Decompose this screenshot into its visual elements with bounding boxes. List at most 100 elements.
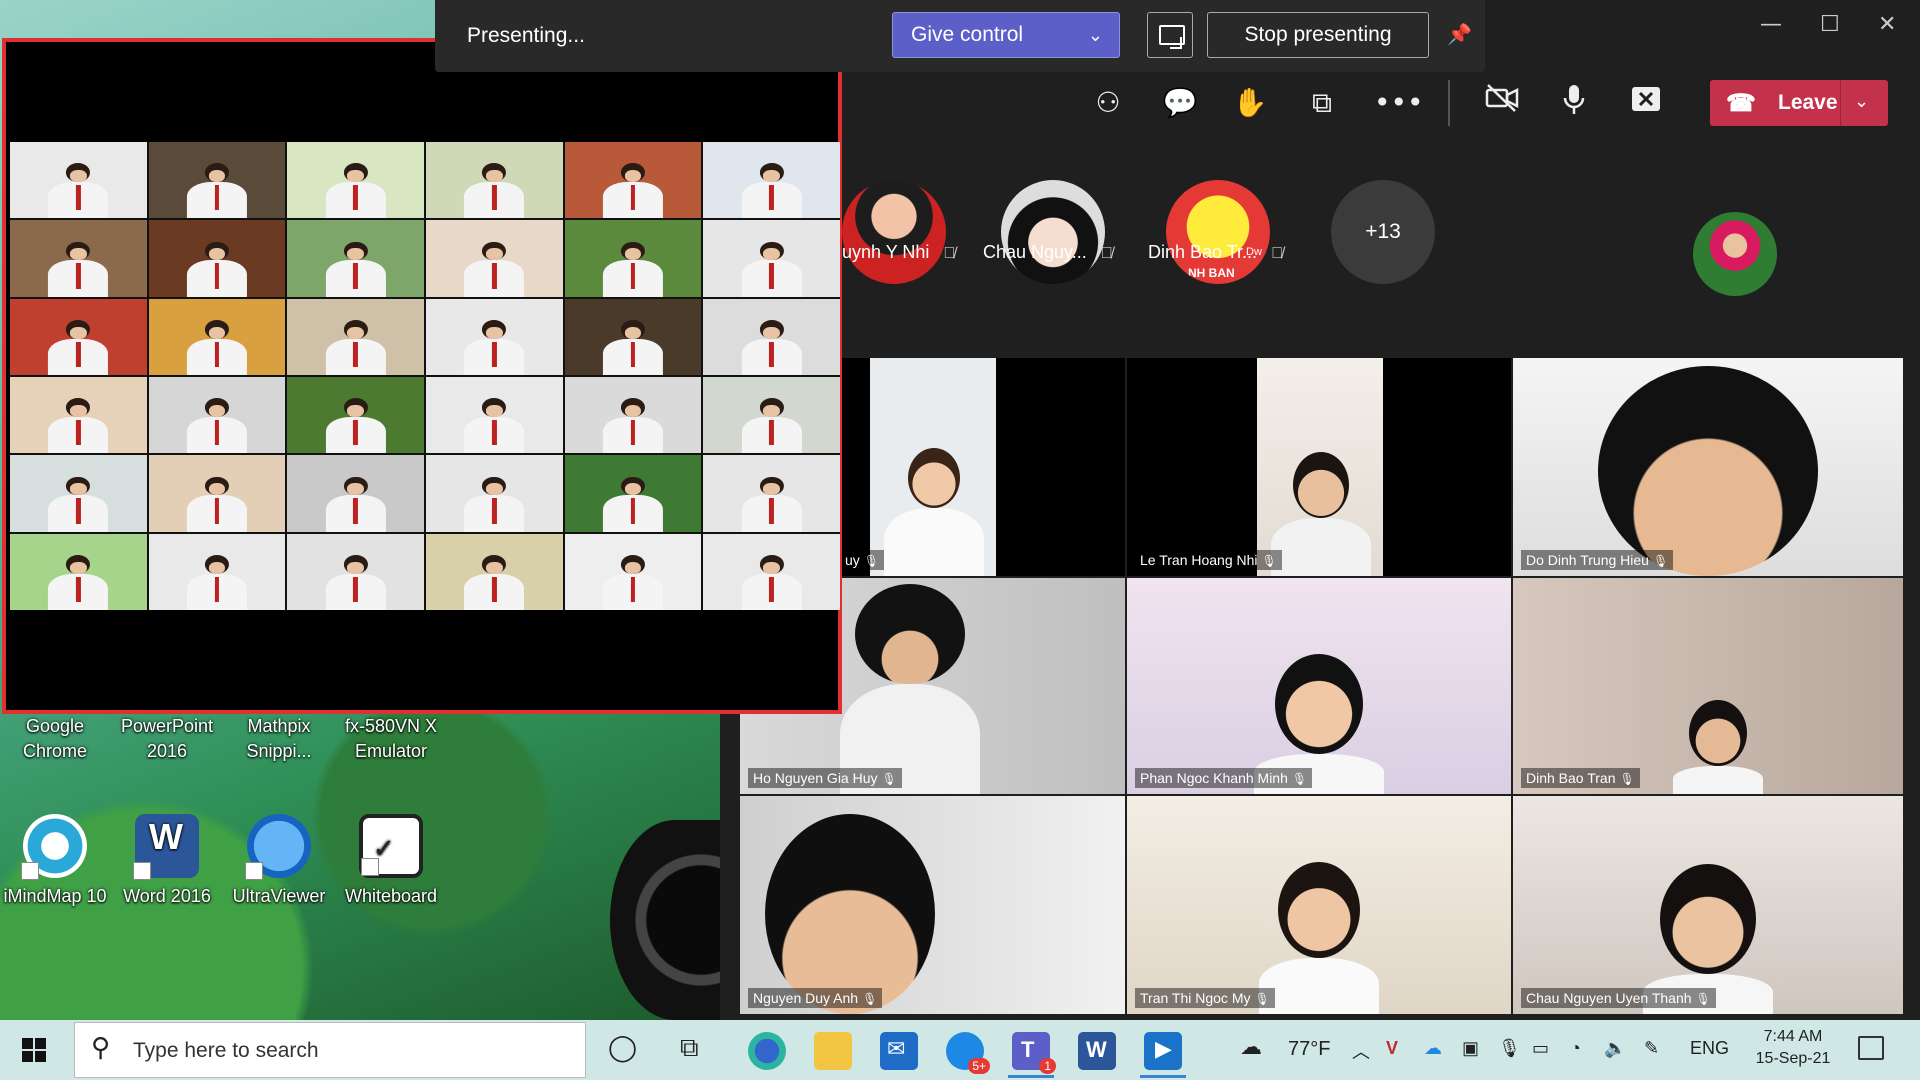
mic-icon: 🎙 (1695, 992, 1711, 1006)
overflow-participants-count[interactable]: +13 (1331, 180, 1435, 284)
pen-icon[interactable]: ✎ (1644, 1038, 1659, 1059)
shared-video-cell (10, 377, 147, 454)
performer-figure (48, 241, 109, 297)
video-tile[interactable]: Tran Thi Ngoc My 🎙 (1127, 796, 1511, 1014)
taskbar-search-box[interactable]: ⚲ Type here to search (74, 1022, 586, 1078)
desktop-icon-ultraviewer[interactable]: UltraViewer (224, 814, 334, 909)
mail-icon[interactable]: ✉ (880, 1032, 918, 1070)
tile-name-label: Do Dinh Trung Hieu 🎙 (1521, 550, 1674, 570)
weather-icon[interactable]: ☁ (1240, 1034, 1262, 1060)
microphone-icon[interactable] (1554, 83, 1594, 123)
battery-icon[interactable]: ▭ (1532, 1038, 1549, 1059)
participant-avatar[interactable] (842, 180, 946, 284)
weather-temperature[interactable]: 77°F (1288, 1038, 1330, 1061)
desktop-icon-mathpix[interactable]: Mathpix Snippi... (224, 714, 334, 764)
wifi-icon[interactable]: ◔ (1570, 1038, 1581, 1059)
media-player-icon[interactable]: ▶ (1144, 1032, 1182, 1070)
mic-icon: 🎙 (863, 554, 880, 568)
more-options-icon[interactable]: ••• (1374, 83, 1424, 123)
desktop-icon-powerpoint[interactable]: PowerPoint 2016 (112, 714, 222, 764)
desktop-icon-label: Word 2016 (123, 886, 211, 906)
participant-avatar[interactable] (1001, 180, 1105, 284)
teams-icon[interactable]: T 1 (1012, 1032, 1056, 1074)
desktop-icon-imindmap[interactable]: iMindMap 10 (0, 814, 110, 909)
sharing-toolbar: Presenting... Give control ⌄ Stop presen… (435, 0, 1485, 72)
chat-icon[interactable]: 💬 (1160, 83, 1200, 123)
cortana-icon[interactable]: ◯ (608, 1032, 637, 1063)
video-tile[interactable]: Le Tran Hoang Nhi 🎙 (1127, 358, 1511, 576)
shared-video-window[interactable] (2, 38, 842, 714)
participants-icon[interactable]: ⚇ (1088, 83, 1128, 123)
stop-presenting-button[interactable]: Stop presenting (1207, 12, 1429, 58)
performer-figure (741, 241, 802, 297)
edge-icon[interactable] (748, 1032, 786, 1070)
shared-video-cell (426, 455, 563, 532)
task-view-icon[interactable]: ⧉ (680, 1032, 699, 1064)
include-audio-icon[interactable] (1147, 12, 1193, 58)
performer-figure (325, 398, 386, 454)
system-clock[interactable]: 7:44 AM 15-Sep-21 (1748, 1026, 1838, 1070)
chevron-down-icon[interactable]: ⌄ (1854, 91, 1869, 112)
shared-video-cell (703, 220, 840, 297)
participant-figure (1588, 366, 1828, 576)
mic-icon: 🎙 (1652, 554, 1669, 568)
mic-muted-icon: 🎙̸ (1100, 245, 1113, 262)
microphone-tray-icon[interactable]: 🎙 (1498, 1038, 1521, 1059)
shared-video-cell (287, 298, 424, 375)
minimize-icon[interactable]: — (1760, 12, 1782, 37)
leave-button[interactable]: ☎ Leave ⌄ (1710, 80, 1888, 126)
performer-figure (602, 398, 664, 454)
shared-video-cell (148, 455, 286, 532)
shared-video-cell (287, 455, 424, 532)
desktop-icon-fx580[interactable]: fx-580VN X Emulator (336, 714, 446, 764)
performer-figure (48, 163, 109, 219)
performer-figure (325, 320, 386, 375)
shared-video-gallery (10, 142, 840, 610)
video-tile[interactable]: Do Dinh Trung Hieu 🎙 (1513, 358, 1903, 576)
participant-avatar[interactable]: NH BAN Dw (1166, 180, 1270, 284)
chevron-down-icon: ⌄ (1087, 25, 1103, 45)
video-tile[interactable]: Phan Ngoc Khanh Minh 🎙 (1127, 578, 1511, 794)
maximize-icon[interactable]: ☐ (1820, 12, 1840, 37)
leave-split-divider (1840, 80, 1841, 126)
word-taskbar-icon[interactable]: W (1078, 1032, 1116, 1070)
video-tile[interactable]: Dinh Bao Tran 🎙 (1513, 578, 1903, 794)
file-explorer-icon[interactable] (814, 1032, 852, 1070)
reactions-icon[interactable]: ✋ (1230, 83, 1270, 123)
performer-figure (186, 163, 248, 219)
desktop-icon-word[interactable]: W Word 2016 (112, 814, 222, 909)
word-icon: W (133, 814, 199, 880)
video-tile[interactable]: uy 🎙 (840, 358, 1125, 576)
notification-center-icon[interactable] (1858, 1036, 1884, 1060)
give-control-button[interactable]: Give control ⌄ (892, 12, 1120, 58)
shared-video-cell (564, 142, 702, 219)
shared-video-cell (564, 455, 702, 532)
active-app-indicator (1008, 1075, 1054, 1078)
close-icon[interactable]: ✕ (1878, 12, 1896, 37)
performer-figure (186, 320, 248, 375)
video-tile[interactable]: Nguyen Duy Anh 🎙 (740, 796, 1125, 1014)
camera-off-icon[interactable] (1482, 83, 1522, 123)
chevron-up-icon[interactable]: ︿ (1352, 1038, 1370, 1064)
video-tile[interactable]: Chau Nguyen Uyen Thanh 🎙 (1513, 796, 1903, 1014)
stop-sharing-icon[interactable] (1626, 83, 1666, 123)
mic-icon: 🎙 (862, 992, 878, 1006)
zalo-icon[interactable]: 5+ (946, 1032, 990, 1074)
participant-avatar-name: Dinh Bao Tr... 🎙̸ (1148, 242, 1284, 262)
shared-video-cell (703, 142, 840, 219)
onedrive-icon[interactable]: ☁ (1424, 1038, 1442, 1059)
tile-name-label: Chau Nguyen Uyen Thanh 🎙 (1521, 988, 1716, 1008)
rooms-icon[interactable]: ⧉ (1302, 83, 1342, 123)
pin-icon[interactable]: 📌 (1447, 22, 1472, 46)
volume-icon[interactable]: 🔈 (1604, 1038, 1626, 1059)
meet-now-icon[interactable]: ▣ (1462, 1038, 1479, 1059)
desktop-icon-whiteboard[interactable]: ✓ Whiteboard (336, 814, 446, 909)
windows-start-icon[interactable] (22, 1038, 46, 1062)
performer-figure (325, 241, 386, 297)
vietkey-icon[interactable]: V (1386, 1038, 1398, 1059)
performer-figure (48, 476, 109, 532)
self-view-avatar[interactable] (1693, 212, 1777, 296)
desktop-icon-chrome[interactable]: Google Chrome (0, 714, 110, 764)
input-language[interactable]: ENG (1690, 1038, 1729, 1059)
performer-figure (464, 476, 525, 532)
